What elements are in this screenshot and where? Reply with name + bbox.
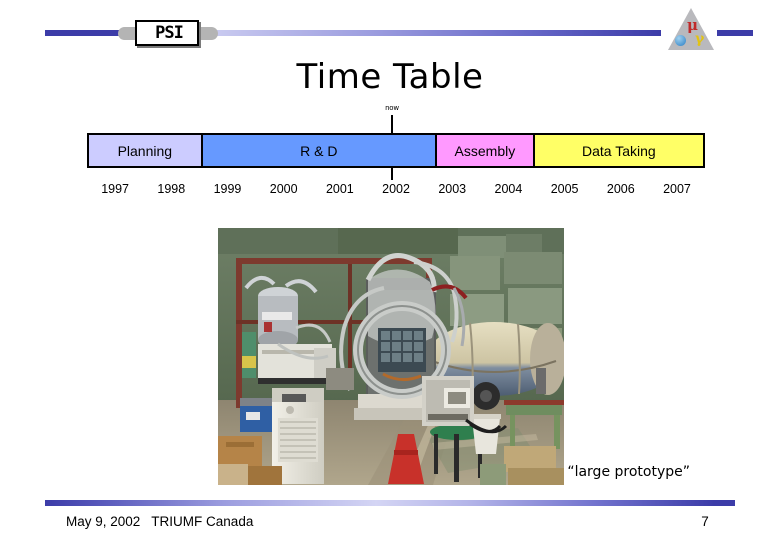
psi-logo-plate: PSI (135, 20, 199, 46)
prototype-photo (218, 228, 564, 485)
footer-rule (45, 500, 735, 506)
year-label-1998: 1998 (157, 182, 186, 196)
year-label-2005: 2005 (550, 182, 579, 196)
meg-triangle-logo: μ γ (668, 8, 714, 52)
year-label-2000: 2000 (269, 182, 298, 196)
timeline-year-axis: 1997 1998 1999 2000 2001 2002 2003 2004 2005 2006… (87, 182, 705, 200)
timeline-phase-planning: Planning (89, 135, 201, 166)
photo-caption: “large prototype” (567, 464, 690, 480)
electron-sphere-icon (675, 35, 686, 46)
year-label-2002: 2002 (382, 182, 410, 196)
now-marker: now (364, 104, 420, 135)
page-title: Time Table (296, 57, 484, 97)
year-label-2004: 2004 (494, 182, 523, 196)
year-label-2007: 2007 (663, 182, 691, 196)
psi-logo: PSI (118, 20, 218, 46)
year-label-1999: 1999 (213, 182, 242, 196)
timeline-phase-label: R & D (300, 142, 338, 159)
slide-header: PSI μ γ (0, 0, 780, 58)
year-label-2001: 2001 (325, 182, 354, 196)
psi-logo-text: PSI (155, 23, 184, 43)
timeline-phase-r-d: R & D (200, 135, 436, 166)
now-tick-icon (391, 115, 393, 135)
footer-text: May 9, 2002 TRIUMF Canada (66, 514, 254, 529)
now-tick-lower-icon (391, 168, 393, 180)
timeline-phase-assembly: Assembly (435, 135, 533, 166)
timeline-phase-label: Planning (117, 142, 173, 159)
header-rule-gradient (216, 30, 661, 36)
gamma-symbol-icon: γ (695, 31, 705, 47)
year-label-1997: 1997 (101, 182, 129, 196)
timeline-phase-label: Assembly (454, 142, 516, 159)
timeline-phase-data-taking: Data Taking (532, 135, 703, 166)
year-label-2006: 2006 (606, 182, 635, 196)
year-label-2003: 2003 (438, 182, 467, 196)
now-label: now (385, 104, 399, 112)
timeline-bar: Planning R & D Assembly Data Taking (87, 133, 705, 168)
page-number: 7 (701, 514, 709, 529)
timeline-phase-label: Data Taking (581, 142, 656, 159)
header-rule-right (717, 30, 753, 36)
